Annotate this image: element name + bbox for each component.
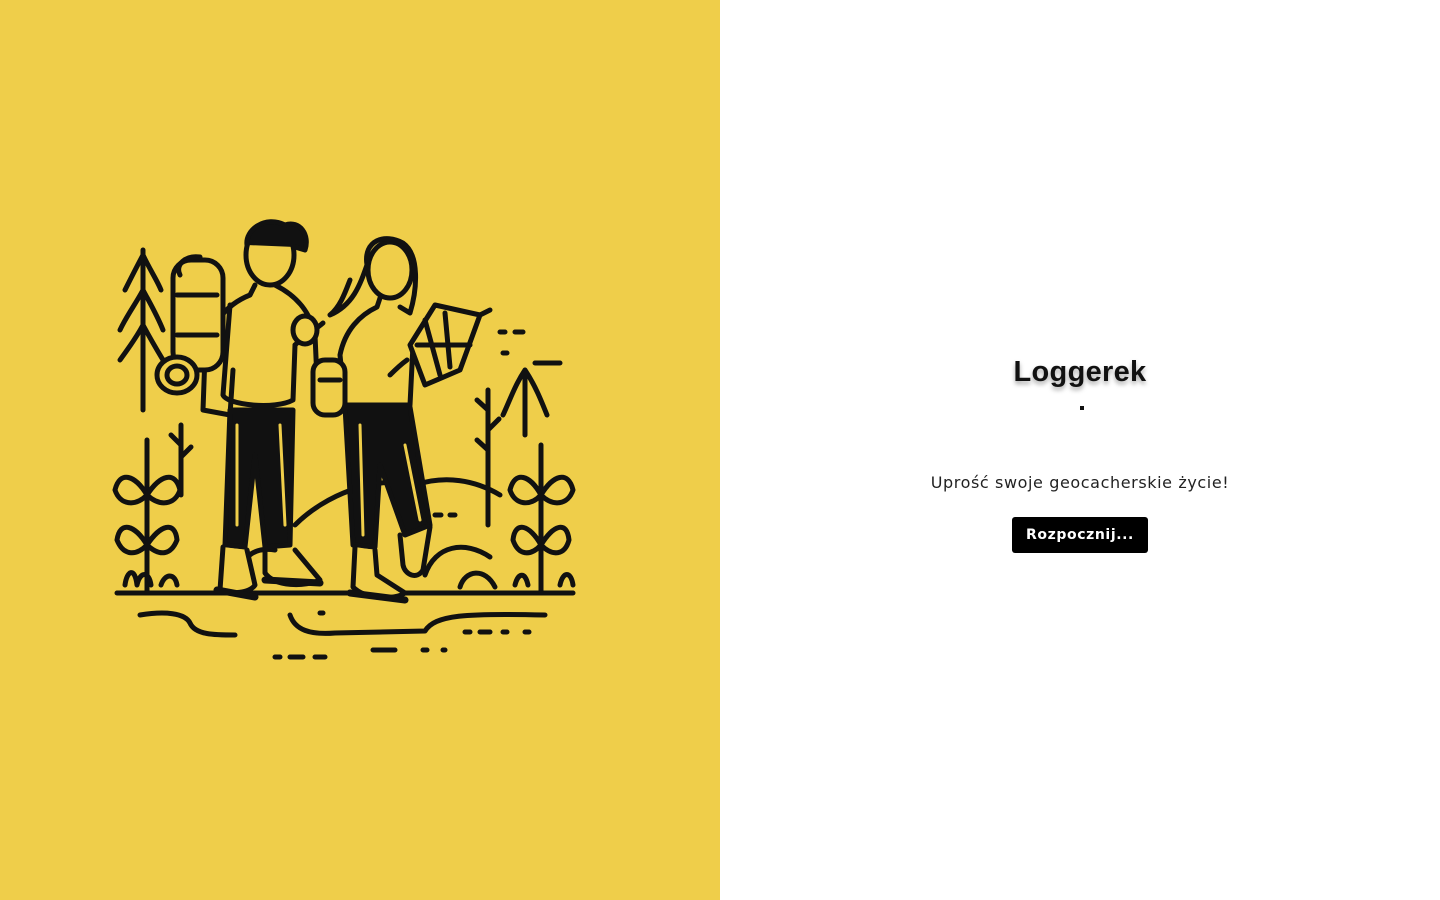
hikers-with-map-illustration	[105, 195, 615, 705]
title-dot-ornament	[1080, 406, 1084, 410]
welcome-panel: Loggerek Uprość swoje geocacherskie życi…	[720, 0, 1440, 900]
hero-illustration-panel	[0, 0, 720, 900]
app-title: Loggerek	[1013, 356, 1147, 388]
tagline: Uprość swoje geocacherskie życie!	[930, 473, 1230, 492]
start-button[interactable]: Rozpocznij...	[1012, 517, 1148, 553]
